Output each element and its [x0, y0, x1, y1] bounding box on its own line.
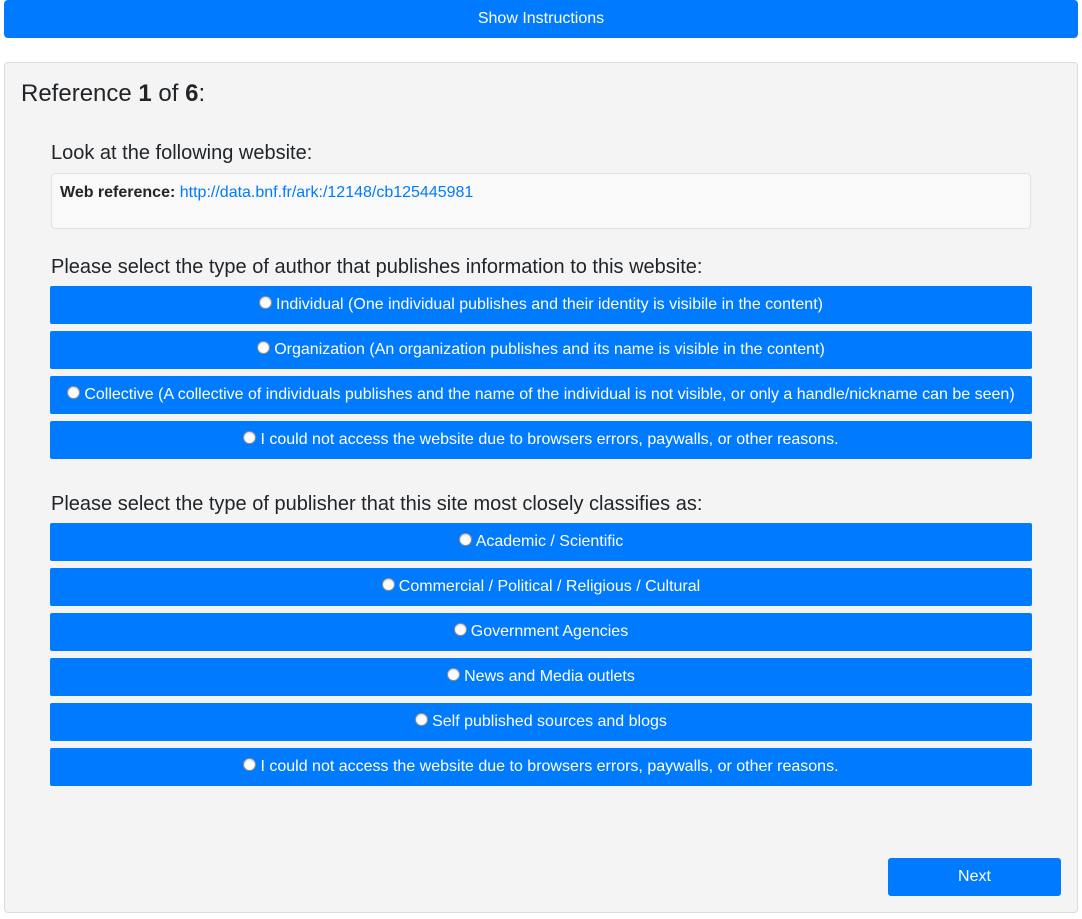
option-label: Government Agencies: [470, 623, 629, 640]
radio-icon[interactable]: [381, 577, 395, 591]
radio-icon[interactable]: [257, 340, 271, 354]
radio-icon[interactable]: [415, 712, 429, 726]
option-label: Self published sources and blogs: [432, 713, 667, 730]
publisher-option-commercial[interactable]: Commercial / Political / Religious / Cul…: [50, 568, 1032, 606]
radio-icon[interactable]: [259, 295, 272, 309]
option-label: Commercial / Political / Religious / Cul…: [398, 578, 701, 595]
reference-total: 6: [185, 80, 199, 107]
option-label: I could not access the website due to br…: [260, 431, 839, 448]
author-option-organization[interactable]: Organization (An organization publishes …: [50, 331, 1032, 369]
radio-icon[interactable]: [243, 757, 257, 771]
web-reference-box: Web reference: http://data.bnf.fr/ark:/1…: [51, 173, 1031, 229]
publisher-option-no-access[interactable]: I could not access the website due to br…: [50, 748, 1032, 786]
radio-icon[interactable]: [453, 622, 467, 636]
option-label: Collective (A collective of individuals …: [84, 386, 1015, 403]
author-option-individual[interactable]: Individual (One individual publishes and…: [50, 286, 1032, 324]
option-label: I could not access the website due to br…: [260, 758, 839, 775]
publisher-option-government[interactable]: Government Agencies: [50, 613, 1032, 651]
author-option-no-access[interactable]: I could not access the website due to br…: [50, 421, 1032, 459]
publisher-option-news[interactable]: News and Media outlets: [50, 658, 1032, 696]
option-label: Individual (One individual publishes and…: [276, 296, 823, 313]
reference-of: of: [151, 80, 186, 107]
publisher-question-title: Please select the type of publisher that…: [51, 493, 703, 515]
reference-card: Reference 1 of 6: Look at the following …: [4, 62, 1078, 913]
option-label: Organization (An organization publishes …: [274, 341, 825, 358]
option-label: Academic / Scientific: [475, 533, 624, 550]
reference-prefix: Reference: [21, 80, 139, 107]
radio-icon[interactable]: [447, 667, 461, 681]
author-option-collective[interactable]: Collective (A collective of individuals …: [50, 376, 1032, 414]
publisher-option-academic[interactable]: Academic / Scientific: [50, 523, 1032, 561]
next-button[interactable]: Next: [888, 858, 1061, 896]
radio-icon[interactable]: [243, 430, 257, 444]
web-reference-label: Web reference:: [60, 184, 176, 201]
radio-icon[interactable]: [458, 532, 472, 546]
web-reference-link[interactable]: http://data.bnf.fr/ark:/12148/cb12544598…: [180, 184, 474, 201]
publisher-option-self-published[interactable]: Self published sources and blogs: [50, 703, 1032, 741]
website-prompt: Look at the following website:: [51, 142, 313, 164]
option-label: News and Media outlets: [464, 668, 635, 685]
author-question-title: Please select the type of author that pu…: [51, 256, 703, 278]
show-instructions-button[interactable]: Show Instructions: [4, 0, 1078, 38]
radio-icon[interactable]: [67, 385, 81, 399]
reference-current: 1: [138, 80, 152, 107]
reference-suffix: :: [198, 80, 206, 107]
reference-heading: Reference 1 of 6:: [21, 79, 205, 109]
